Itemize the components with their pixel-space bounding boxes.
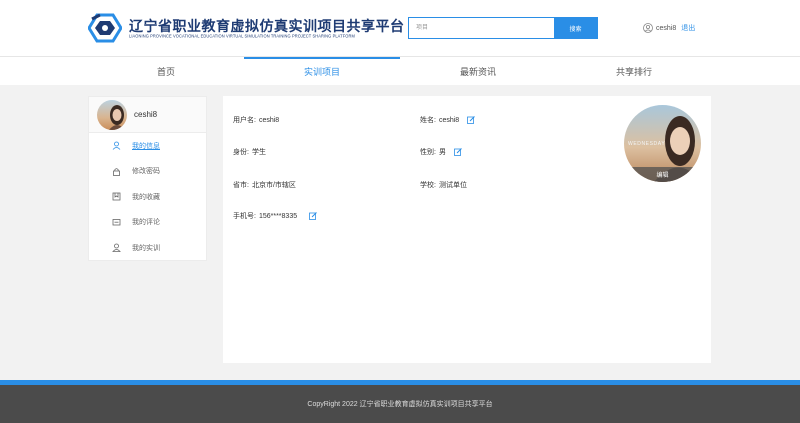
user-circle-icon [643, 23, 653, 33]
field-school: 学校: 测试单位 [420, 180, 467, 190]
nav-home[interactable]: 首页 [88, 57, 244, 85]
field-label: 省市: [233, 182, 249, 189]
nav-news[interactable]: 最新资讯 [400, 57, 556, 85]
profile-panel: 用户名: ceshi8 姓名: ceshi8 身份: 学生 性别: 男 省市: … [223, 96, 711, 363]
avatar [97, 100, 127, 130]
main-nav: 首页 实训项目 最新资讯 共享排行 [0, 57, 800, 85]
edit-icon[interactable] [309, 212, 317, 220]
header: 辽宁省职业教育虚拟仿真实训项目共享平台 LIAONING PROVINCE VO… [0, 0, 800, 57]
search-input[interactable] [409, 18, 554, 38]
field-label: 学校: [420, 182, 436, 189]
field-label: 性别: [420, 149, 436, 156]
avatar-edit-button[interactable]: 编辑 [624, 167, 701, 182]
field-label: 手机号: [233, 213, 256, 220]
user-area: ceshi8 退出 [643, 23, 695, 33]
header-username[interactable]: ceshi8 [656, 25, 676, 32]
sidebar-item-label: 修改密码 [132, 168, 160, 176]
field-gender: 性别: 男 [420, 147, 462, 157]
field-value: ceshi8 [438, 116, 460, 124]
nav-ranking[interactable]: 共享排行 [556, 57, 712, 85]
nav-training-projects[interactable]: 实训项目 [244, 57, 400, 85]
sidebar-item-change-password[interactable]: 修改密码 [89, 159, 206, 185]
field-identity: 身份: 学生 [233, 147, 266, 157]
sidebar-item-favorites[interactable]: 我的收藏 [89, 184, 206, 210]
sidebar-item-my-training[interactable]: 我的实训 [89, 235, 206, 261]
footer: CopyRight 2022 辽宁省职业教育虚拟仿真实训项目共享平台 [0, 385, 800, 423]
sidebar-item-label: 我的评论 [132, 219, 160, 227]
field-label: 用户名: [233, 117, 256, 124]
field-username: 用户名: ceshi8 [233, 115, 279, 125]
field-label: 身份: [233, 149, 249, 156]
field-value: 北京市/市辖区 [251, 182, 296, 189]
field-phone: 手机号: 156****8335 [233, 211, 317, 221]
sidebar-item-label: 我的实训 [132, 244, 160, 252]
edit-icon[interactable] [467, 116, 476, 124]
comment-icon [112, 218, 121, 226]
lock-icon [113, 168, 120, 176]
bookmark-icon [112, 192, 121, 201]
logo-icon[interactable] [88, 13, 122, 43]
field-name: 姓名: ceshi8 [420, 115, 476, 125]
sidebar-item-my-info[interactable]: 我的信息 [89, 133, 206, 159]
avatar-text: WEDNESDAY [628, 141, 665, 147]
user-sidebar: ceshi8 我的信息 修改密码 我的收藏 我的评论 我的实训 [88, 96, 207, 261]
profile-avatar[interactable]: WEDNESDAY 编辑 [624, 105, 701, 182]
logout-link[interactable]: 退出 [681, 23, 695, 33]
sidebar-item-label: 我的信息 [132, 142, 160, 150]
site-subtitle: LIAONING PROVINCE VOCATIONAL EDUCATION V… [129, 33, 355, 39]
sidebar-item-comments[interactable]: 我的评论 [89, 210, 206, 236]
user-group-icon [112, 243, 121, 253]
edit-icon[interactable] [454, 148, 462, 156]
field-value: 测试单位 [438, 182, 467, 189]
user-icon [112, 141, 121, 151]
sidebar-item-label: 我的收藏 [132, 193, 160, 201]
field-region: 省市: 北京市/市辖区 [233, 180, 296, 190]
field-value: 男 [438, 149, 446, 156]
field-value: ceshi8 [258, 116, 280, 124]
copyright-text: CopyRight 2022 辽宁省职业教育虚拟仿真实训项目共享平台 [307, 401, 493, 408]
search-button[interactable]: 搜索 [554, 18, 597, 38]
field-value: 156****8335 [258, 212, 298, 220]
sidebar-username: ceshi8 [134, 110, 158, 119]
field-value: 学生 [251, 149, 266, 156]
field-label: 姓名: [420, 117, 436, 124]
sidebar-profile: ceshi8 [89, 97, 206, 133]
search-box: 搜索 [408, 17, 598, 39]
